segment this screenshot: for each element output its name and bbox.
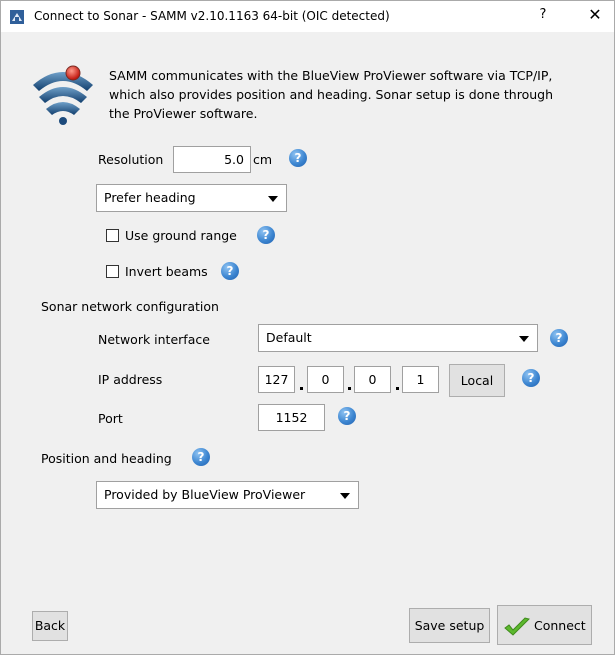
title-bar: Connect to Sonar - SAMM v2.10.1163 64-bi… [1,1,614,32]
resolution-label: Resolution [98,152,164,167]
intro-text-line-3: the ProViewer software. [109,106,258,121]
position-heading-select[interactable]: Provided by BlueView ProViewer [96,481,359,509]
ip-dot-separator [300,387,303,390]
save-setup-button[interactable]: Save setup [409,608,490,643]
chevron-down-icon [268,196,278,202]
port-input[interactable]: 1152 [258,404,325,431]
network-section-label: Sonar network configuration [41,299,219,314]
resolution-input[interactable]: 5.0 [173,146,251,173]
ip-dot-separator [348,387,351,390]
ip-dot-separator [396,387,399,390]
network-interface-help-icon[interactable]: ? [550,329,568,347]
sonar-signal-icon [33,65,93,125]
ip-address-label: IP address [98,372,163,387]
use-ground-range-help-icon[interactable]: ? [257,226,275,244]
use-ground-range-label: Use ground range [125,228,237,243]
window-title: Connect to Sonar - SAMM v2.10.1163 64-bi… [34,9,390,23]
resolution-help-icon[interactable]: ? [289,149,307,167]
invert-beams-checkbox[interactable] [106,265,119,278]
back-button[interactable]: Back [32,611,68,641]
network-interface-value: Default [266,330,312,345]
heading-mode-value: Prefer heading [104,190,196,205]
ip-octet-3-input[interactable]: 0 [354,366,391,393]
network-interface-label: Network interface [98,332,210,347]
port-label: Port [98,411,123,426]
chevron-down-icon [519,336,529,342]
samm-app-icon [10,10,24,24]
chevron-down-icon [340,493,350,499]
close-button[interactable]: ✕ [584,5,606,24]
title-help-button[interactable]: ? [533,7,553,22]
use-ground-range-checkbox[interactable] [106,229,119,242]
connect-to-sonar-dialog: Connect to Sonar - SAMM v2.10.1163 64-bi… [0,0,615,655]
invert-beams-label: Invert beams [125,264,208,279]
connect-label: Connect [534,618,586,633]
position-heading-label: Position and heading [41,451,172,466]
intro-text-line-1: SAMM communicates with the BlueView ProV… [109,68,553,83]
port-help-icon[interactable]: ? [338,407,356,425]
ip-octet-4-input[interactable]: 1 [402,366,439,393]
resolution-unit: cm [253,152,273,167]
network-interface-select[interactable]: Default [258,324,538,352]
invert-beams-help-icon[interactable]: ? [221,262,239,280]
local-button[interactable]: Local [449,364,505,397]
ip-address-help-icon[interactable]: ? [522,369,540,387]
connect-button[interactable]: Connect [497,605,592,645]
heading-mode-select[interactable]: Prefer heading [96,184,287,212]
position-heading-value: Provided by BlueView ProViewer [104,487,306,502]
ip-octet-1-input[interactable]: 127 [258,366,295,393]
position-heading-help-icon[interactable]: ? [192,448,210,466]
intro-text-line-2: which also provides position and heading… [109,87,553,102]
ip-octet-2-input[interactable]: 0 [307,366,344,393]
checkmark-icon [504,617,530,636]
